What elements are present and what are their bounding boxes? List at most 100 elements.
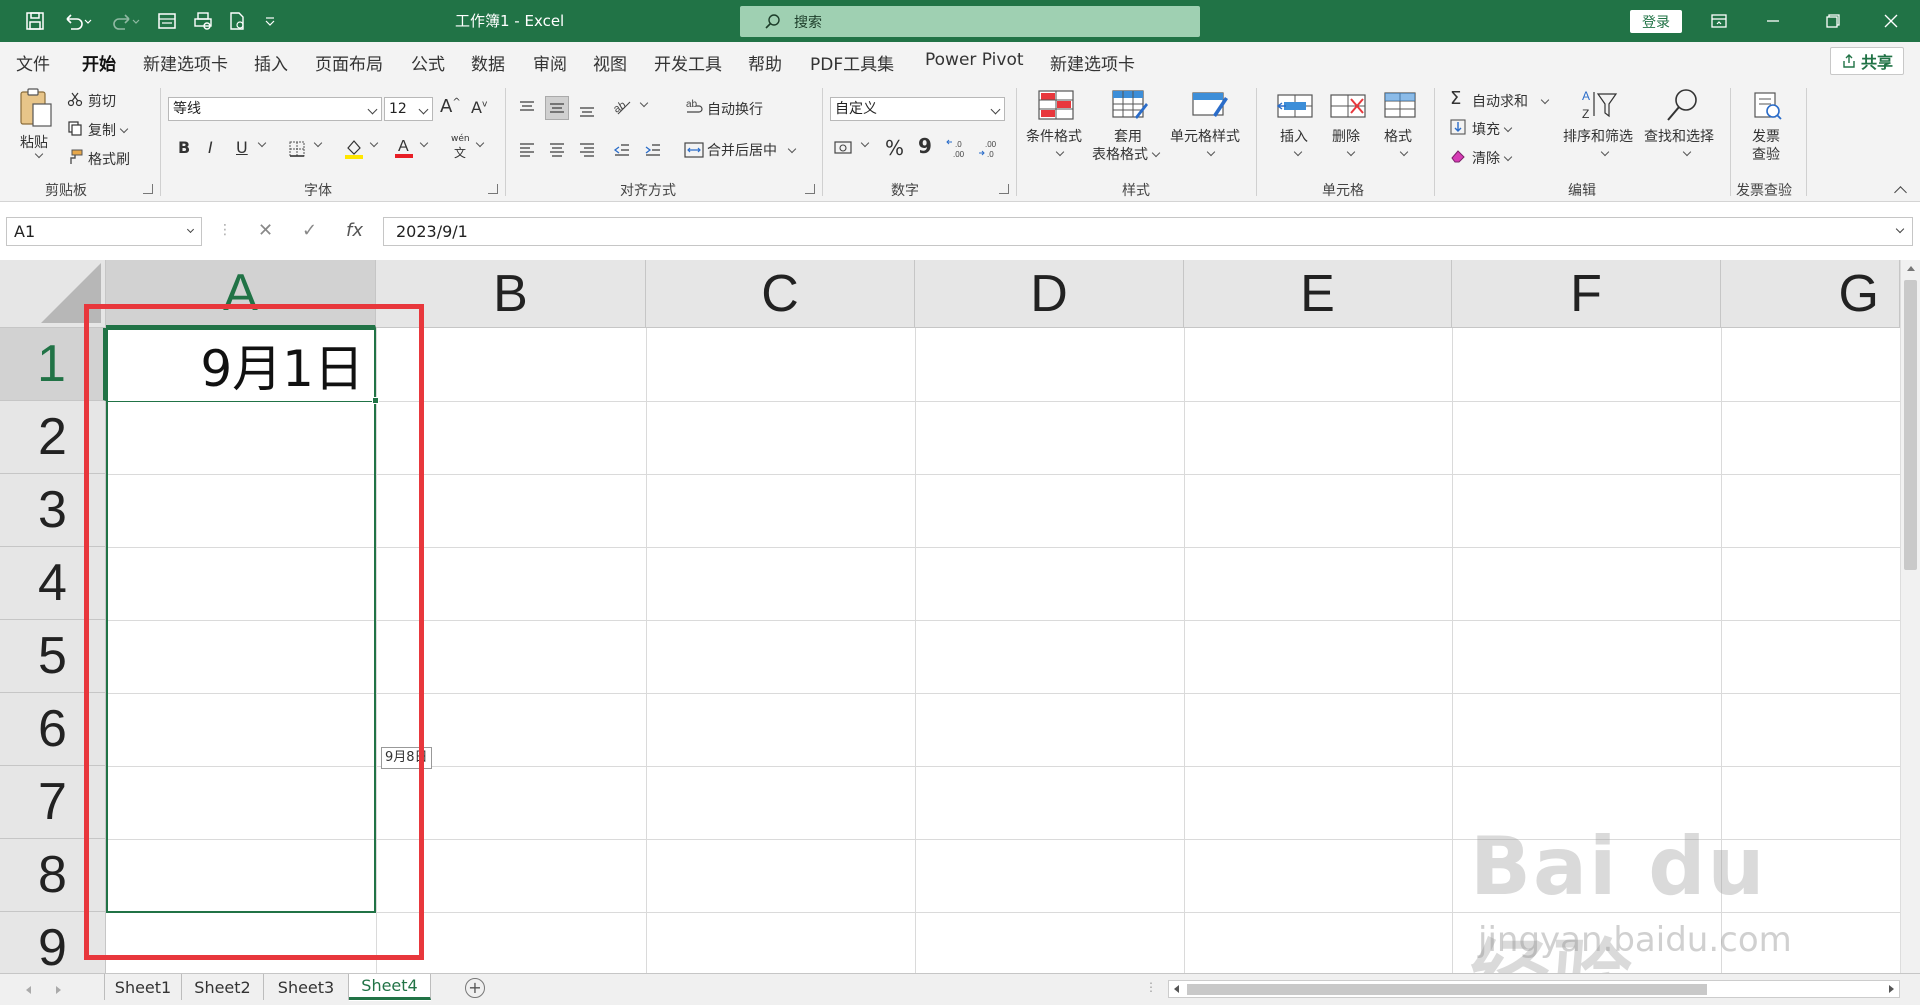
tab-page-layout[interactable]: 页面布局 <box>315 50 383 75</box>
save-icon[interactable] <box>22 8 48 34</box>
scroll-left-icon[interactable] <box>1174 985 1179 993</box>
invoice-check-icon[interactable] <box>1750 90 1784 122</box>
login-button[interactable]: 登录 <box>1630 10 1682 33</box>
find-select-dropdown[interactable] <box>1679 146 1692 162</box>
column-header-d[interactable]: D <box>915 260 1184 328</box>
conditional-formatting-button[interactable]: 条件格式 <box>1026 128 1082 146</box>
column-header-g[interactable]: G <box>1721 260 1900 328</box>
wrap-text-icon[interactable]: ab <box>685 97 705 117</box>
merge-center-icon[interactable] <box>683 140 705 160</box>
cell-styles-icon[interactable] <box>1190 88 1230 122</box>
align-right-icon[interactable] <box>577 140 597 160</box>
cell-styles-button[interactable]: 单元格样式 <box>1170 128 1240 146</box>
format-cells-dropdown[interactable] <box>1396 146 1409 162</box>
find-select-button[interactable]: 查找和选择 <box>1644 128 1714 146</box>
delete-cells-icon[interactable] <box>1328 90 1368 122</box>
fill-down-icon[interactable] <box>1449 118 1467 136</box>
underline-dropdown[interactable] <box>254 137 267 153</box>
tab-file[interactable]: 文件 <box>16 50 50 75</box>
percent-button[interactable]: % <box>885 136 904 160</box>
tab-formulas[interactable]: 公式 <box>411 50 445 75</box>
restore-icon[interactable] <box>1810 0 1856 42</box>
format-cells-button[interactable]: 格式 <box>1384 128 1412 146</box>
customize-quick-access-icon[interactable] <box>260 8 280 34</box>
share-button[interactable]: 共享 <box>1830 47 1904 75</box>
autosum-icon[interactable]: Σ <box>1450 88 1461 109</box>
tab-data[interactable]: 数据 <box>471 50 505 75</box>
paste-icon[interactable] <box>16 86 56 130</box>
sheet-tab-sheet2[interactable]: Sheet2 <box>182 974 264 1000</box>
align-top-icon[interactable] <box>517 98 537 118</box>
invoice-check-line1[interactable]: 发票 <box>1752 128 1780 146</box>
underline-button[interactable]: U <box>236 138 248 157</box>
horizontal-scrollbar[interactable] <box>1168 980 1900 998</box>
increase-decimal-icon[interactable]: .0.00 <box>946 138 970 160</box>
tab-splitter-icon[interactable]: ⋮ <box>1145 980 1157 994</box>
eraser-icon[interactable] <box>1449 147 1467 165</box>
increase-indent-icon[interactable] <box>643 140 663 160</box>
delete-cells-button[interactable]: 删除 <box>1332 128 1360 146</box>
redo-icon[interactable] <box>106 8 146 34</box>
format-painter-icon[interactable] <box>66 148 84 166</box>
accounting-format-icon[interactable] <box>833 138 855 158</box>
vertical-scroll-thumb[interactable] <box>1904 280 1917 570</box>
align-left-icon[interactable] <box>517 140 537 160</box>
format-cells-icon[interactable] <box>1380 88 1420 122</box>
copy-icon[interactable] <box>66 119 84 137</box>
sort-filter-dropdown[interactable] <box>1597 146 1610 162</box>
cell-styles-dropdown[interactable] <box>1203 146 1216 162</box>
vertical-scrollbar[interactable] <box>1900 260 1920 973</box>
sort-filter-button[interactable]: 排序和筛选 <box>1563 128 1633 146</box>
column-header-e[interactable]: E <box>1184 260 1452 328</box>
number-format-select[interactable]: 自定义 <box>830 97 1005 121</box>
borders-icon[interactable] <box>288 140 306 158</box>
clipboard-launcher-icon[interactable] <box>143 184 153 194</box>
add-sheet-button[interactable]: + <box>465 978 485 998</box>
document-icon[interactable] <box>224 8 250 34</box>
close-icon[interactable] <box>1868 0 1914 42</box>
sort-filter-icon[interactable]: AZ <box>1580 86 1620 124</box>
column-header-f[interactable]: F <box>1452 260 1721 328</box>
font-name-select[interactable]: 等线 <box>168 97 382 121</box>
delete-cells-dropdown[interactable] <box>1343 146 1356 162</box>
insert-cells-icon[interactable] <box>1275 90 1315 122</box>
phonetic-icon[interactable]: wén 文 <box>451 134 470 161</box>
insert-cells-button[interactable]: 插入 <box>1280 128 1308 146</box>
fill-button[interactable]: 填充 <box>1472 119 1513 139</box>
horizontal-scroll-thumb[interactable] <box>1187 984 1707 995</box>
formula-input[interactable]: 2023/9/1 <box>383 217 1913 246</box>
insert-function-icon[interactable]: fx <box>346 220 363 241</box>
tab-insert[interactable]: 插入 <box>254 50 288 75</box>
increase-font-icon[interactable]: A^ <box>440 96 461 117</box>
collapse-ribbon-icon[interactable] <box>1894 186 1907 199</box>
next-sheet-icon[interactable] <box>56 986 61 994</box>
ribbon-display-options-icon[interactable] <box>1696 0 1742 42</box>
enter-icon[interactable]: ✓ <box>302 220 317 241</box>
clear-button[interactable]: 清除 <box>1472 148 1513 168</box>
scroll-right-icon[interactable] <box>1889 985 1894 993</box>
alignment-launcher-icon[interactable] <box>805 184 815 194</box>
format-painter-button[interactable]: 格式刷 <box>88 149 130 169</box>
worksheet-grid[interactable]: A B C D E F G 1 2 3 4 5 6 7 8 9 Bai du 经… <box>0 260 1920 973</box>
phonetic-dropdown[interactable] <box>472 137 485 153</box>
search-input[interactable]: 搜索 <box>740 6 1200 37</box>
orientation-dropdown[interactable] <box>636 97 649 113</box>
paste-dropdown[interactable] <box>31 148 44 164</box>
copy-button[interactable]: 复制 <box>88 120 129 140</box>
decrease-decimal-icon[interactable]: .00.0 <box>978 138 1002 160</box>
tab-review[interactable]: 审阅 <box>533 50 567 75</box>
comma-button[interactable]: 9 <box>918 134 932 158</box>
align-center-icon[interactable] <box>547 140 567 160</box>
number-launcher-icon[interactable] <box>999 184 1009 194</box>
tab-developer[interactable]: 开发工具 <box>654 50 722 75</box>
sheet-tab-sheet1[interactable]: Sheet1 <box>104 974 182 1000</box>
font-color-dropdown[interactable] <box>416 137 429 153</box>
autosum-button[interactable]: 自动求和 <box>1472 91 1550 111</box>
orientation-icon[interactable]: ab <box>612 96 634 116</box>
merge-center-button[interactable]: 合并后居中 <box>707 140 797 160</box>
decrease-font-icon[interactable]: Av <box>471 98 487 117</box>
insert-cells-dropdown[interactable] <box>1290 146 1303 162</box>
invoice-check-line2[interactable]: 查验 <box>1752 146 1780 164</box>
align-middle-icon[interactable] <box>545 96 569 120</box>
more-options-icon[interactable]: ⋮ <box>218 222 232 238</box>
